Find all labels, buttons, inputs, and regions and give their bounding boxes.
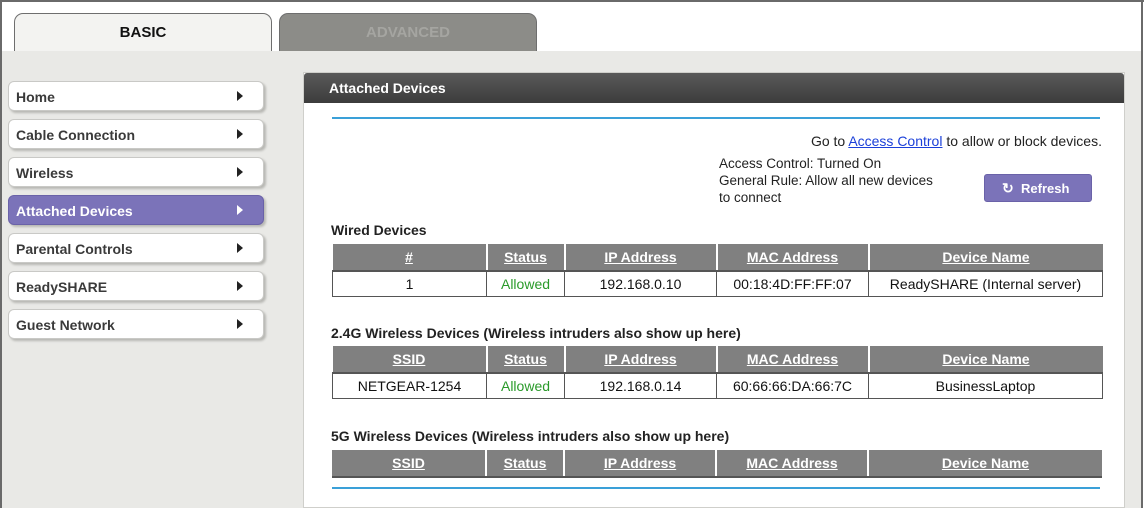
page-title: Attached Devices — [329, 80, 446, 96]
sidebar-item-label: Attached Devices — [16, 203, 133, 219]
sidebar-item-readyshare[interactable]: ReadySHARE — [8, 271, 264, 301]
chevron-right-icon — [237, 129, 243, 139]
cell-device-name: ReadySHARE (Internal server) — [868, 270, 1103, 297]
access-control-link[interactable]: Access Control — [848, 133, 942, 149]
sidebar-item-label: Guest Network — [16, 317, 115, 333]
col-header-ssid[interactable]: SSID — [332, 450, 486, 478]
sidebar-item-guest-network[interactable]: Guest Network — [8, 309, 264, 339]
chevron-right-icon — [237, 205, 243, 215]
sidebar-item-label: Wireless — [16, 165, 74, 181]
wireless-24g-table: SSID Status IP Address MAC Address Devic… — [332, 346, 1103, 399]
col-header-mac-address[interactable]: MAC Address — [715, 450, 868, 478]
table-header-row: # Status IP Address MAC Address Device N… — [332, 244, 1103, 272]
cell-ssid: NETGEAR-1254 — [332, 372, 487, 399]
chevron-right-icon — [237, 167, 243, 177]
cell-ip-address: 192.168.0.14 — [564, 372, 717, 399]
col-header-device-name[interactable]: Device Name — [867, 450, 1102, 478]
refresh-button-label: Refresh — [1021, 181, 1070, 196]
cell-mac-address: 60:66:66:DA:66:7C — [716, 372, 869, 399]
table-header-row: SSID Status IP Address MAC Address Devic… — [332, 450, 1102, 478]
col-header-device-name[interactable]: Device Name — [867, 346, 1103, 374]
wired-devices-title: Wired Devices — [331, 222, 427, 238]
col-header-status[interactable]: Status — [485, 346, 565, 374]
window-right-border — [1141, 0, 1143, 508]
wireless-24g-title: 2.4G Wireless Devices (Wireless intruder… — [331, 325, 741, 341]
cell-mac-address: 00:18:4D:FF:FF:07 — [716, 270, 869, 297]
col-header-mac-address[interactable]: MAC Address — [715, 346, 869, 374]
col-header-ssid[interactable]: SSID — [332, 346, 487, 374]
window-left-border — [0, 0, 2, 508]
col-header-ip-address[interactable]: IP Address — [563, 244, 717, 272]
sidebar-menu: Home Cable Connection Wireless Attached … — [8, 81, 264, 347]
cell-ip-address: 192.168.0.10 — [564, 270, 717, 297]
col-header-number[interactable]: # — [332, 244, 487, 272]
general-rule-text: General Rule: Allow all new devices to c… — [719, 173, 933, 205]
table-header-row: SSID Status IP Address MAC Address Devic… — [332, 346, 1103, 374]
tab-advanced[interactable]: ADVANCED — [279, 13, 537, 53]
refresh-button[interactable]: ↻ Refresh — [984, 174, 1092, 202]
sidebar-item-label: ReadySHARE — [16, 279, 108, 295]
table-row: 1 Allowed 192.168.0.10 00:18:4D:FF:FF:07… — [332, 270, 1103, 297]
cell-number: 1 — [332, 270, 487, 297]
chevron-right-icon — [237, 281, 243, 291]
wired-devices-table: # Status IP Address MAC Address Device N… — [332, 244, 1103, 297]
chevron-right-icon — [237, 243, 243, 253]
sidebar-item-label: Cable Connection — [16, 127, 136, 143]
sidebar-item-wireless[interactable]: Wireless — [8, 157, 264, 187]
col-header-status[interactable]: Status — [485, 244, 565, 272]
cell-status: Allowed — [486, 372, 565, 399]
hint-prefix: Go to — [810, 133, 849, 149]
top-divider — [332, 117, 1100, 119]
sidebar-item-cable-connection[interactable]: Cable Connection — [8, 119, 264, 149]
tab-basic[interactable]: BASIC — [14, 13, 272, 53]
cell-status: Allowed — [486, 270, 565, 297]
hint-suffix: to allow or block devices. — [942, 133, 1102, 149]
access-control-status: Access Control: Turned On — [719, 156, 882, 171]
wireless-5g-table: SSID Status IP Address MAC Address Devic… — [332, 450, 1102, 478]
col-header-device-name[interactable]: Device Name — [867, 244, 1103, 272]
wireless-5g-title: 5G Wireless Devices (Wireless intruders … — [331, 428, 730, 444]
panel-header: Attached Devices — [304, 73, 1124, 103]
access-control-info: Access Control: Turned On General Rule: … — [719, 155, 934, 206]
sidebar-item-home[interactable]: Home — [8, 81, 264, 111]
sidebar-item-label: Parental Controls — [16, 241, 133, 257]
table-row: NETGEAR-1254 Allowed 192.168.0.14 60:66:… — [332, 372, 1103, 399]
sidebar-item-label: Home — [16, 89, 55, 105]
sidebar-item-attached-devices[interactable]: Attached Devices — [8, 195, 264, 225]
refresh-icon: ↻ — [1002, 180, 1014, 196]
sidebar-item-parental-controls[interactable]: Parental Controls — [8, 233, 264, 263]
col-header-ip-address[interactable]: IP Address — [563, 346, 717, 374]
attached-devices-panel: Attached Devices Go to Access Control to… — [303, 72, 1125, 508]
cell-device-name: BusinessLaptop — [868, 372, 1103, 399]
bottom-divider — [332, 487, 1100, 489]
access-control-hint: Go to Access Control to allow or block d… — [811, 133, 1102, 149]
chevron-right-icon — [237, 91, 243, 101]
tab-bar: BASIC ADVANCED — [2, 2, 1141, 53]
col-header-status[interactable]: Status — [485, 450, 564, 478]
col-header-ip-address[interactable]: IP Address — [563, 450, 716, 478]
col-header-mac-address[interactable]: MAC Address — [715, 244, 869, 272]
chevron-right-icon — [237, 319, 243, 329]
